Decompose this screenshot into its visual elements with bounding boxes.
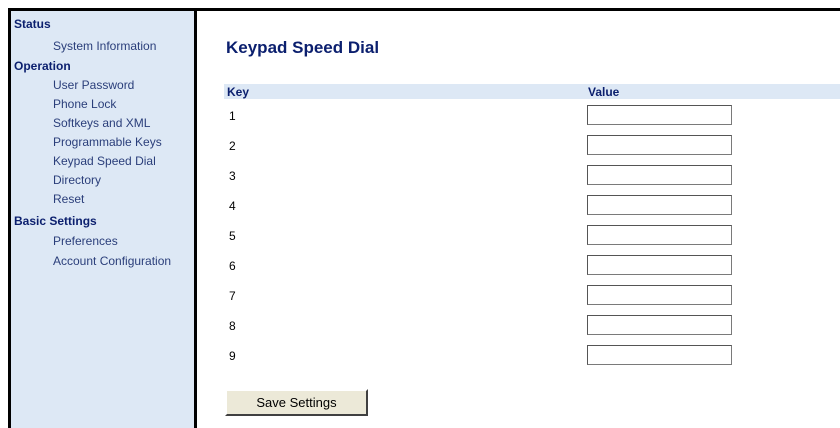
- sidebar-item-programmable-keys[interactable]: Programmable Keys: [53, 135, 162, 149]
- sidebar-section-operation: Operation: [14, 59, 71, 73]
- speed-dial-value-5[interactable]: [587, 225, 732, 245]
- speed-dial-value-8[interactable]: [587, 315, 732, 335]
- sidebar-item-preferences[interactable]: Preferences: [53, 234, 118, 248]
- column-header-value: Value: [588, 85, 620, 99]
- table-header: Key Value: [224, 84, 840, 99]
- main-content: Keypad Speed Dial Key Value 1 2 3 4 5 6 …: [197, 11, 840, 428]
- row-key-4: 4: [229, 199, 236, 213]
- row-key-8: 8: [229, 319, 236, 333]
- speed-dial-value-4[interactable]: [587, 195, 732, 215]
- sidebar-item-phone-lock[interactable]: Phone Lock: [53, 97, 116, 111]
- row-key-1: 1: [229, 109, 236, 123]
- sidebar-section-status: Status: [14, 17, 51, 31]
- speed-dial-value-7[interactable]: [587, 285, 732, 305]
- row-key-5: 5: [229, 229, 236, 243]
- sidebar-section-basic-settings: Basic Settings: [14, 214, 97, 228]
- sidebar-nav: Status System Information Operation User…: [11, 11, 197, 428]
- speed-dial-value-9[interactable]: [587, 345, 732, 365]
- speed-dial-value-3[interactable]: [587, 165, 732, 185]
- save-settings-button[interactable]: Save Settings: [225, 389, 368, 416]
- sidebar-item-directory[interactable]: Directory: [53, 173, 101, 187]
- row-key-7: 7: [229, 289, 236, 303]
- sidebar-item-reset[interactable]: Reset: [53, 192, 84, 206]
- column-header-key: Key: [227, 85, 250, 99]
- sidebar-item-keypad-speed-dial[interactable]: Keypad Speed Dial: [53, 154, 156, 168]
- speed-dial-value-2[interactable]: [587, 135, 732, 155]
- sidebar-item-system-information[interactable]: System Information: [53, 39, 156, 53]
- sidebar-item-account-configuration[interactable]: Account Configuration: [53, 254, 171, 268]
- row-key-2: 2: [229, 139, 236, 153]
- row-key-6: 6: [229, 259, 236, 273]
- row-key-3: 3: [229, 169, 236, 183]
- page-title: Keypad Speed Dial: [226, 38, 380, 57]
- speed-dial-value-6[interactable]: [587, 255, 732, 275]
- speed-dial-value-1[interactable]: [587, 105, 732, 125]
- sidebar-item-user-password[interactable]: User Password: [53, 78, 134, 92]
- sidebar-item-softkeys-and-xml[interactable]: Softkeys and XML: [53, 116, 150, 130]
- row-key-9: 9: [229, 349, 236, 363]
